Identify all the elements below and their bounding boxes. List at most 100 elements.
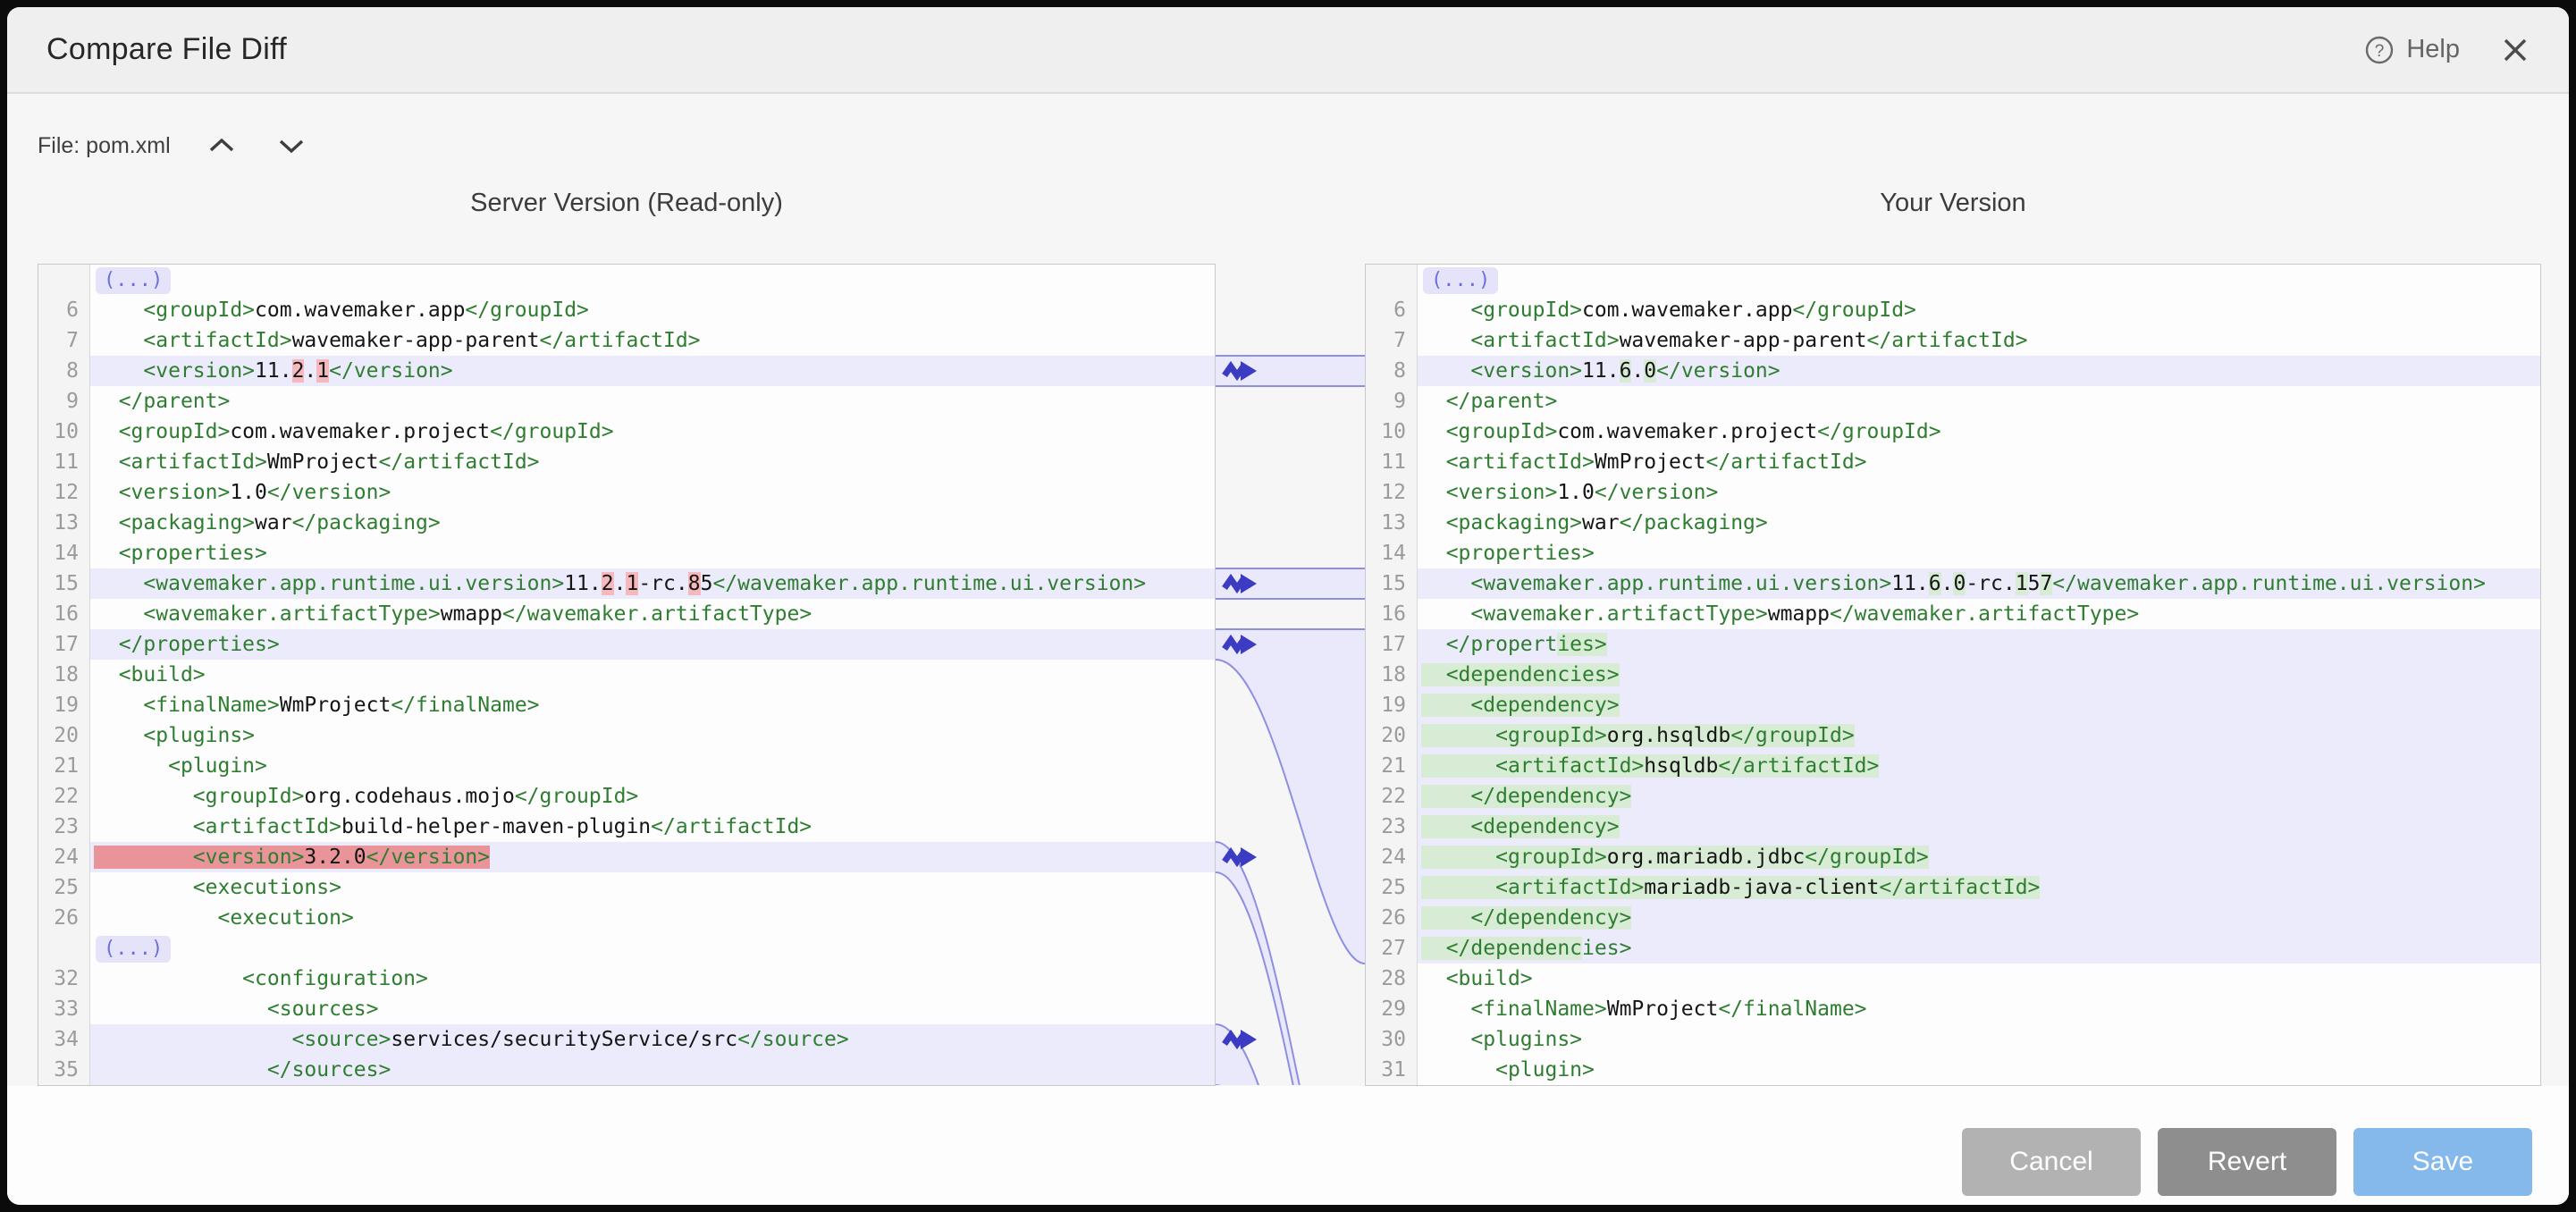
close-button[interactable] bbox=[2501, 36, 2530, 64]
code-line[interactable]: 29 <finalName>WmProject</finalName> bbox=[1366, 994, 2540, 1024]
code-text: <artifactId>mariadb-java-client</artifac… bbox=[1418, 872, 2540, 903]
screen: { "dialog": { "title": "Compare File Dif… bbox=[0, 0, 2576, 1212]
next-diff-button[interactable] bbox=[273, 132, 310, 159]
line-number: 8 bbox=[1366, 356, 1418, 386]
code-text: <groupId>org.mariadb.jdbc</groupId> bbox=[1418, 842, 2540, 872]
collapsed-region-pill[interactable]: (...) bbox=[96, 267, 171, 294]
code-line[interactable]: 16 <wavemaker.artifactType>wmapp</wavema… bbox=[1366, 599, 2540, 629]
code-text: <groupId>org.hsqldb</groupId> bbox=[1418, 720, 2540, 751]
code-line[interactable]: 9 </parent> bbox=[1366, 386, 2540, 417]
code-line[interactable]: 24 <groupId>org.mariadb.jdbc</groupId> bbox=[1366, 842, 2540, 872]
collapsed-region-pill[interactable]: (...) bbox=[96, 936, 171, 963]
help-icon: ? bbox=[2364, 35, 2395, 65]
line-number: 11 bbox=[1366, 447, 1418, 477]
code-line[interactable]: 23 <dependency> bbox=[1366, 812, 2540, 842]
code-text: <wavemaker.app.runtime.ui.version>11.6.0… bbox=[1418, 568, 2540, 599]
line-number: 18 bbox=[1366, 660, 1418, 690]
code-line[interactable]: 30 <plugins> bbox=[1366, 1024, 2540, 1055]
code-text: <artifactId>WmProject</artifactId> bbox=[1418, 447, 2540, 477]
line-number: 16 bbox=[1366, 599, 1418, 629]
dialog-title: Compare File Diff bbox=[46, 32, 287, 67]
code-line[interactable]: 25 <artifactId>mariadb-java-client</arti… bbox=[1366, 872, 2540, 903]
code-text: <version>1.0</version> bbox=[90, 477, 1215, 508]
code-line[interactable]: 20 <groupId>org.hsqldb</groupId> bbox=[1366, 720, 2540, 751]
code-line: 8 <version>11.2.1</version> bbox=[38, 356, 1215, 386]
code-line[interactable]: 18 <dependencies> bbox=[1366, 660, 2540, 690]
right-pane-title: Your Version bbox=[1365, 189, 2541, 218]
line-number: 20 bbox=[38, 720, 90, 751]
line-number: 16 bbox=[38, 599, 90, 629]
code-text: <build> bbox=[90, 660, 1215, 690]
line-number: 7 bbox=[38, 325, 90, 356]
line-number: 32 bbox=[38, 964, 90, 994]
code-text: <dependency> bbox=[1418, 812, 2540, 842]
code-line[interactable]: 19 <dependency> bbox=[1366, 690, 2540, 720]
code-line[interactable]: 28 <build> bbox=[1366, 964, 2540, 994]
code-text: <configuration> bbox=[90, 964, 1215, 994]
code-line[interactable]: 22 </dependency> bbox=[1366, 781, 2540, 812]
code-line[interactable]: 26 </dependency> bbox=[1366, 903, 2540, 933]
code-text: <dependencies> bbox=[1418, 660, 2540, 690]
code-line[interactable]: 21 <artifactId>hsqldb</artifactId> bbox=[1366, 751, 2540, 781]
code-line[interactable]: (...) bbox=[1366, 265, 2540, 295]
code-line: 23 <artifactId>build-helper-maven-plugin… bbox=[38, 812, 1215, 842]
previous-diff-button[interactable] bbox=[203, 132, 240, 159]
line-number bbox=[38, 265, 90, 295]
save-button[interactable]: Save bbox=[2353, 1128, 2532, 1196]
revert-button[interactable]: Revert bbox=[2158, 1128, 2336, 1196]
code-text: (...) bbox=[1418, 265, 2540, 295]
code-line: 10 <groupId>com.wavemaker.project</group… bbox=[38, 417, 1215, 447]
code-line[interactable]: 27 </dependencies> bbox=[1366, 933, 2540, 964]
code-line[interactable]: 13 <packaging>war</packaging> bbox=[1366, 508, 2540, 538]
code-text: <packaging>war</packaging> bbox=[1418, 508, 2540, 538]
line-number: 21 bbox=[1366, 751, 1418, 781]
line-number: 25 bbox=[1366, 872, 1418, 903]
line-number: 25 bbox=[38, 872, 90, 903]
code-line[interactable]: 12 <version>1.0</version> bbox=[1366, 477, 2540, 508]
code-line: 24 <version>3.2.0</version> bbox=[38, 842, 1215, 872]
code-text: <version>11.2.1</version> bbox=[90, 356, 1215, 386]
code-line[interactable]: 14 <properties> bbox=[1366, 538, 2540, 568]
line-number: 34 bbox=[38, 1024, 90, 1055]
code-line[interactable]: 8 <version>11.6.0</version> bbox=[1366, 356, 2540, 386]
code-line: 7 <artifactId>wavemaker-app-parent</arti… bbox=[38, 325, 1215, 356]
code-line[interactable]: 7 <artifactId>wavemaker-app-parent</arti… bbox=[1366, 325, 2540, 356]
line-number bbox=[1366, 265, 1418, 295]
code-text: <groupId>org.codehaus.mojo</groupId> bbox=[90, 781, 1215, 812]
line-number: 14 bbox=[1366, 538, 1418, 568]
line-number: 35 bbox=[38, 1055, 90, 1085]
code-text: <wavemaker.artifactType>wmapp</wavemaker… bbox=[1418, 599, 2540, 629]
code-line[interactable]: 6 <groupId>com.wavemaker.app</groupId> bbox=[1366, 295, 2540, 325]
code-line: 20 <plugins> bbox=[38, 720, 1215, 751]
code-line: (...) bbox=[38, 933, 1215, 964]
code-line[interactable]: 11 <artifactId>WmProject</artifactId> bbox=[1366, 447, 2540, 477]
line-number: 14 bbox=[38, 538, 90, 568]
code-text: <plugins> bbox=[1418, 1024, 2540, 1055]
code-line: 25 <executions> bbox=[38, 872, 1215, 903]
cancel-button[interactable]: Cancel bbox=[1962, 1128, 2141, 1196]
code-line[interactable]: 31 <plugin> bbox=[1366, 1055, 2540, 1085]
line-number: 22 bbox=[1366, 781, 1418, 812]
line-number bbox=[38, 933, 90, 964]
code-line[interactable]: 17 </properties> bbox=[1366, 629, 2540, 660]
code-line[interactable]: 15 <wavemaker.app.runtime.ui.version>11.… bbox=[1366, 568, 2540, 599]
line-number: 17 bbox=[1366, 629, 1418, 660]
close-icon bbox=[2501, 36, 2530, 64]
line-number: 31 bbox=[1366, 1055, 1418, 1085]
code-text: <dependency> bbox=[1418, 690, 2540, 720]
code-text: <source>services/securityService/src</so… bbox=[90, 1024, 1215, 1055]
line-number: 27 bbox=[1366, 933, 1418, 964]
your-version-panel[interactable]: (...)6 <groupId>com.wavemaker.app</group… bbox=[1365, 264, 2541, 1086]
svg-text:?: ? bbox=[2375, 42, 2385, 61]
code-text: <finalName>WmProject</finalName> bbox=[90, 690, 1215, 720]
code-text: </sources> bbox=[90, 1055, 1215, 1085]
chevron-up-icon bbox=[206, 136, 237, 156]
code-line: 13 <packaging>war</packaging> bbox=[38, 508, 1215, 538]
help-button[interactable]: ? Help bbox=[2364, 35, 2460, 65]
line-number: 9 bbox=[38, 386, 90, 417]
code-text: <version>1.0</version> bbox=[1418, 477, 2540, 508]
line-number: 12 bbox=[38, 477, 90, 508]
collapsed-region-pill[interactable]: (...) bbox=[1423, 267, 1498, 294]
code-text: <plugin> bbox=[90, 751, 1215, 781]
code-line[interactable]: 10 <groupId>com.wavemaker.project</group… bbox=[1366, 417, 2540, 447]
